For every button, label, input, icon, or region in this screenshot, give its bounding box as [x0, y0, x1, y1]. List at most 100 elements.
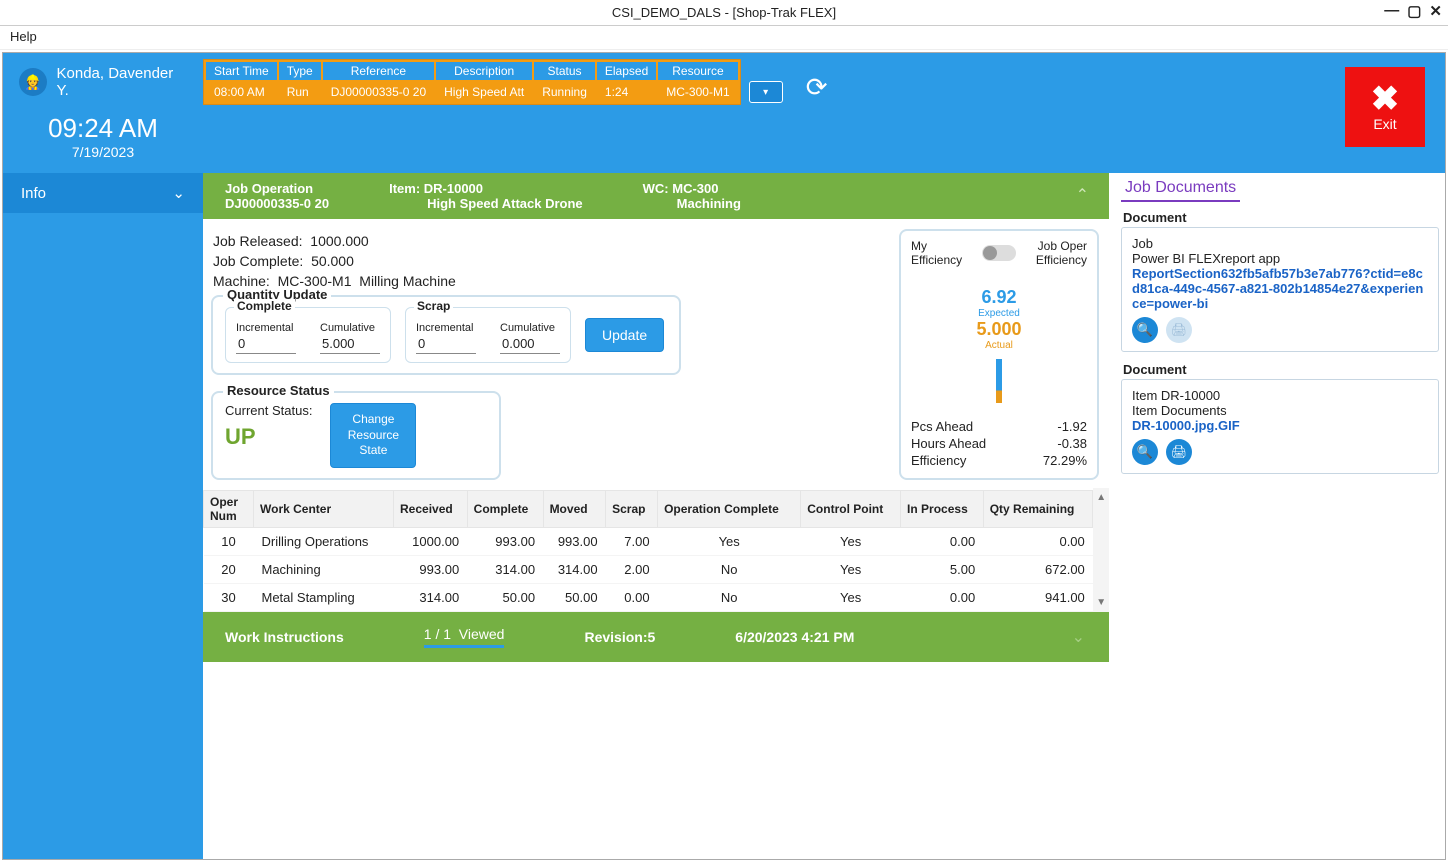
- refresh-icon[interactable]: ⟳: [801, 71, 833, 103]
- table-row[interactable]: 10Drilling Operations1000.00993.00993.00…: [204, 528, 1093, 556]
- cell-qr: 0.00: [983, 528, 1093, 556]
- doc-card-1: Job Power BI FLEXreport app ReportSectio…: [1121, 227, 1439, 352]
- wi-revision: Revision:5: [584, 629, 655, 645]
- cell-comp: 314.00: [467, 556, 543, 584]
- doc2-link[interactable]: DR-10000.jpg.GIF: [1132, 418, 1428, 433]
- col-elapsed: Elapsed: [597, 62, 656, 80]
- table-scrollbar[interactable]: ▲ ▼: [1093, 488, 1109, 612]
- cell-cp: Yes: [801, 584, 901, 612]
- cell-moved: 993.00: [543, 528, 606, 556]
- item-label: Item: DR-10000: [389, 181, 583, 196]
- eff-label: Efficiency: [911, 453, 966, 468]
- complete-value: 50.000: [311, 253, 354, 269]
- col-resource: Resource: [658, 62, 737, 80]
- cell-ip: 5.00: [901, 556, 984, 584]
- item-desc: High Speed Attack Drone: [389, 196, 583, 211]
- cell-cp: Yes: [801, 528, 901, 556]
- sidebar-item-info[interactable]: Info ⌄: [3, 173, 203, 213]
- th-ip[interactable]: In Process: [901, 491, 984, 528]
- doc2-line2: Item Documents: [1132, 403, 1428, 418]
- chevron-up-icon[interactable]: ⌃: [1076, 185, 1089, 205]
- th-comp[interactable]: Complete: [467, 491, 543, 528]
- efficiency-toggle[interactable]: [982, 245, 1016, 261]
- cell-num: 30: [204, 584, 254, 612]
- oper-eff-label: Job Oper Efficiency: [1027, 239, 1087, 267]
- th-opc[interactable]: Operation Complete: [658, 491, 801, 528]
- col-status: Status: [534, 62, 595, 80]
- print-doc1-button[interactable]: 🖨: [1166, 317, 1192, 343]
- job-operation-bar[interactable]: Job Operation DJ00000335-0 20 Item: DR-1…: [203, 173, 1109, 219]
- clock-date: 7/19/2023: [19, 144, 187, 160]
- work-instructions-bar[interactable]: Work Instructions 1 / 1 Viewed Revision:…: [203, 612, 1109, 662]
- hours-ahead-label: Hours Ahead: [911, 436, 986, 451]
- complete-cumulative-input[interactable]: 5.000: [320, 334, 380, 354]
- wc-label: WC: MC-300: [643, 181, 741, 196]
- doc2-heading: Document: [1123, 362, 1439, 377]
- maximize-button[interactable]: ▢: [1407, 2, 1421, 20]
- cell-recv: 1000.00: [394, 528, 468, 556]
- cell-num: 20: [204, 556, 254, 584]
- efficiency-panel: My Efficiency Job Oper Efficiency 6.92 E…: [899, 229, 1099, 480]
- doc2-line1: Item DR-10000: [1132, 388, 1428, 403]
- expected-value: 6.92: [911, 287, 1087, 308]
- scrap-incremental-input[interactable]: 0: [416, 334, 476, 354]
- close-x-icon: ✖: [1371, 82, 1400, 116]
- exit-button[interactable]: ✖ Exit: [1345, 67, 1425, 147]
- cell-cp: Yes: [801, 556, 901, 584]
- chevron-down-icon[interactable]: ⌄: [1072, 627, 1085, 647]
- close-button[interactable]: ✕: [1429, 2, 1442, 20]
- th-num[interactable]: Oper Num: [204, 491, 254, 528]
- search-icon: 🔍: [1137, 322, 1153, 338]
- table-row[interactable]: 20Machining993.00314.00314.002.00NoYes5.…: [204, 556, 1093, 584]
- cell-moved: 50.00: [543, 584, 606, 612]
- job-start: 08:00 AM: [206, 82, 277, 102]
- minimize-button[interactable]: —: [1384, 2, 1399, 20]
- my-eff-label: My Efficiency: [911, 239, 971, 267]
- th-qr[interactable]: Qty Remaining: [983, 491, 1093, 528]
- doc1-heading: Document: [1123, 210, 1439, 225]
- cell-wc: Drilling Operations: [254, 528, 394, 556]
- scrap-cumulative-input[interactable]: 0.000: [500, 334, 560, 354]
- jobop-label: Job Operation: [225, 181, 329, 196]
- th-recv[interactable]: Received: [394, 491, 468, 528]
- view-doc2-button[interactable]: 🔍: [1132, 439, 1158, 465]
- job-elapsed: 1:24: [597, 82, 656, 102]
- change-resource-state-button[interactable]: Change Resource State: [330, 403, 416, 468]
- col-ref: Reference: [323, 62, 434, 80]
- scroll-down-icon[interactable]: ▼: [1096, 597, 1106, 608]
- cell-opc: No: [658, 584, 801, 612]
- table-row[interactable]: 30Metal Stampling314.0050.0050.000.00NoY…: [204, 584, 1093, 612]
- wi-viewed: Viewed: [459, 626, 505, 642]
- cell-ip: 0.00: [901, 584, 984, 612]
- scroll-up-icon[interactable]: ▲: [1096, 492, 1106, 503]
- search-icon: 🔍: [1137, 444, 1153, 460]
- wi-count: 1 / 1: [424, 626, 451, 642]
- menu-help[interactable]: Help: [10, 29, 37, 44]
- job-type: Run: [279, 82, 321, 102]
- clock-time: 09:24 AM: [19, 113, 187, 144]
- print-doc2-button[interactable]: 🖨: [1166, 439, 1192, 465]
- th-wc[interactable]: Work Center: [254, 491, 394, 528]
- current-status-value: UP: [225, 424, 312, 450]
- cell-moved: 314.00: [543, 556, 606, 584]
- chevron-down-icon: ⌄: [172, 184, 185, 202]
- job-dropdown-button[interactable]: ▾: [749, 81, 783, 103]
- cell-wc: Metal Stampling: [254, 584, 394, 612]
- jobop-value: DJ00000335-0 20: [225, 196, 329, 211]
- view-doc1-button[interactable]: 🔍: [1132, 317, 1158, 343]
- print-icon: 🖨: [1171, 322, 1188, 338]
- complete-incremental-input[interactable]: 0: [236, 334, 296, 354]
- cell-scrap: 2.00: [606, 556, 658, 584]
- complete-subtitle: Complete: [234, 299, 295, 313]
- eff-value: 72.29%: [1043, 453, 1087, 468]
- wi-date: 6/20/2023 4:21 PM: [735, 629, 854, 645]
- th-cp[interactable]: Control Point: [801, 491, 901, 528]
- doc1-link[interactable]: ReportSection632fb5afb57b3e7ab776?ctid=e…: [1132, 266, 1428, 311]
- efficiency-spark-icon: [996, 359, 1002, 403]
- user-name: Konda, Davender Y.: [57, 65, 188, 99]
- th-scrap[interactable]: Scrap: [606, 491, 658, 528]
- th-moved[interactable]: Moved: [543, 491, 606, 528]
- update-button[interactable]: Update: [585, 318, 664, 352]
- pcs-ahead-label: Pcs Ahead: [911, 419, 973, 434]
- machine-name: Milling Machine: [359, 273, 455, 289]
